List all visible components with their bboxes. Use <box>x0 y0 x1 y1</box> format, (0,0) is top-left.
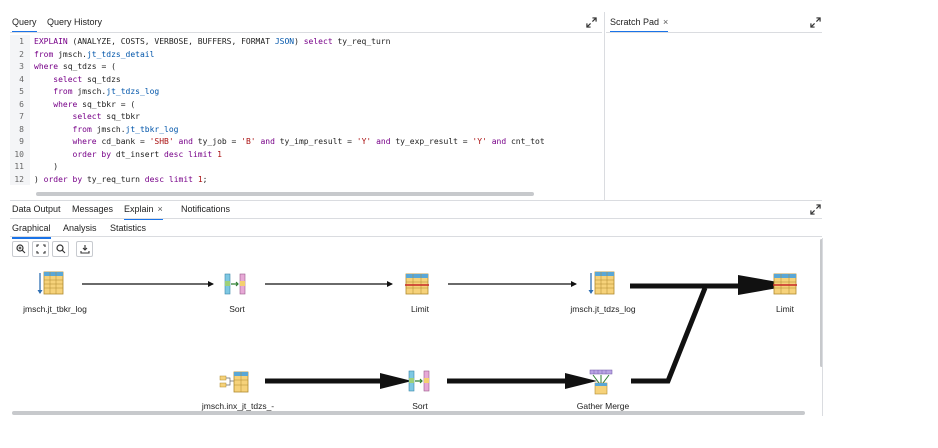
plan-node-label: Sort <box>229 304 245 314</box>
plan-node-label: Sort <box>412 401 428 411</box>
plan-node-label: Limit <box>776 304 794 314</box>
limit-icon[interactable] <box>405 273 429 295</box>
sort-icon[interactable] <box>224 273 246 295</box>
limit-icon[interactable] <box>773 273 797 295</box>
explain-graph-edges <box>82 275 795 389</box>
plan-node-label: jmsch.inx_jt_tdzs_- <box>201 401 275 411</box>
plan-node-label: Gather Merge <box>576 401 630 411</box>
plan-node-label: jmsch.jt_tbkr_log <box>23 304 87 314</box>
plan-node-label: Limit <box>411 304 429 314</box>
plan-node-label: jmsch.jt_tdzs_log <box>570 304 636 314</box>
graph-horizontal-scrollbar[interactable] <box>12 411 805 415</box>
gather-merge-icon[interactable] <box>588 369 614 395</box>
edge-n8-n5 <box>631 287 708 384</box>
seq-scan-icon[interactable] <box>37 271 65 297</box>
index-scan-icon[interactable] <box>219 371 249 393</box>
sort-icon[interactable] <box>408 370 430 392</box>
seq-scan-icon[interactable] <box>588 271 616 297</box>
